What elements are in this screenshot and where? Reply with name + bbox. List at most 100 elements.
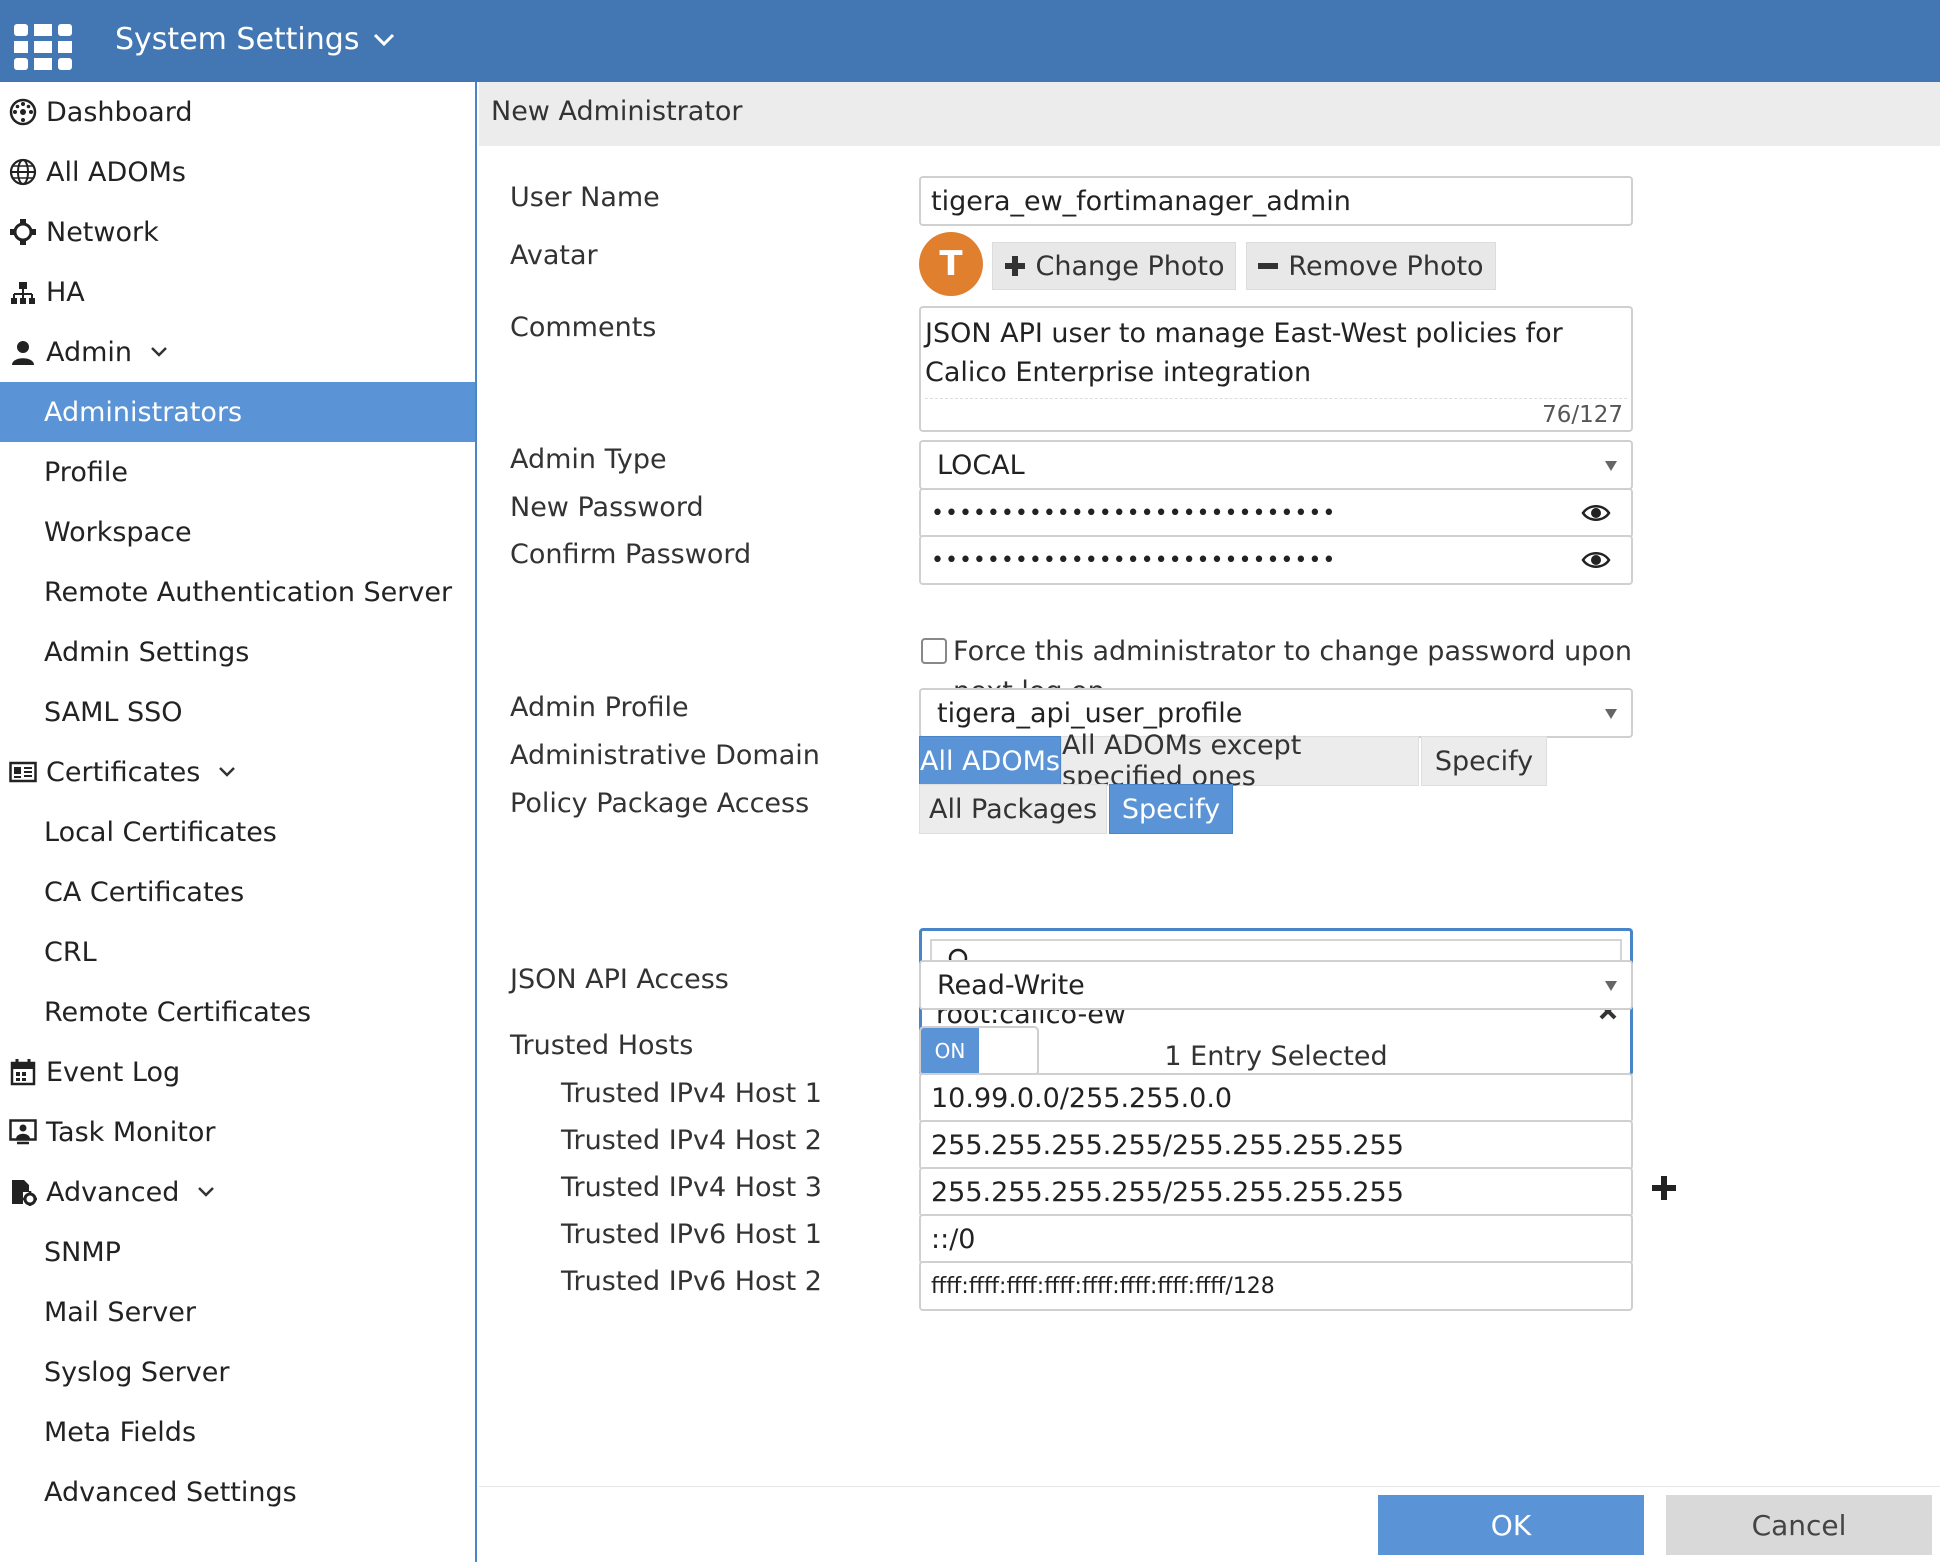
sidebar-item-certificates[interactable]: Certificates	[0, 742, 475, 802]
sidebar-item-meta-fields[interactable]: Meta Fields	[0, 1402, 475, 1462]
sidebar-item-all-adoms[interactable]: All ADOMs	[0, 142, 475, 202]
sidebar-item-label: Event Log	[46, 1056, 181, 1088]
sidebar-item-label: Network	[46, 216, 159, 248]
new-password-value: •••••••••••••••••••••••••••••	[931, 500, 1337, 526]
module-switcher[interactable]: System Settings	[115, 22, 395, 57]
eye-icon[interactable]	[1581, 550, 1611, 570]
sidebar-item-label: Admin Settings	[44, 636, 250, 668]
confirm-password-label: Confirm Password	[510, 539, 752, 570]
confirm-password-input[interactable]: •••••••••••••••••••••••••••••	[919, 535, 1633, 585]
trusted-ipv4-host-3-input[interactable]: 255.255.255.255/255.255.255.255	[919, 1167, 1633, 1217]
sidebar-item-remote-certificates[interactable]: Remote Certificates	[0, 982, 475, 1042]
certificate-icon	[8, 757, 38, 787]
admin-type-select[interactable]: LOCAL	[919, 440, 1633, 490]
trusted-hosts-toggle[interactable]: ON	[919, 1026, 1039, 1076]
sidebar-item-administrators[interactable]: Administrators	[0, 382, 475, 442]
change-photo-button[interactable]: Change Photo	[992, 242, 1236, 290]
sidebar-item-snmp[interactable]: SNMP	[0, 1222, 475, 1282]
sidebar-item-label: Meta Fields	[44, 1416, 197, 1448]
sidebar-item-label: Remote Authentication Server	[44, 576, 453, 608]
sidebar-item-local-certificates[interactable]: Local Certificates	[0, 802, 475, 862]
trusted-ipv6-host-1-input[interactable]: ::/0	[919, 1214, 1633, 1264]
sidebar-item-admin[interactable]: Admin	[0, 322, 475, 382]
network-icon	[8, 217, 38, 247]
sidebar-item-label: Advanced	[46, 1176, 180, 1208]
sidebar-item-ha[interactable]: HA	[0, 262, 475, 322]
ok-label: OK	[1490, 1508, 1532, 1542]
form-footer: OK Cancel	[479, 1486, 1940, 1562]
adom-option-specify[interactable]: Specify	[1421, 736, 1547, 786]
dropdown-arrow-icon	[1605, 709, 1617, 719]
adom-option-label: All ADOMs except specified ones	[1062, 730, 1302, 792]
sidebar-item-label: Task Monitor	[46, 1116, 216, 1148]
add-host-plus-icon[interactable]	[1652, 1176, 1676, 1200]
avatar-initial: T	[939, 244, 963, 284]
adom-option-all-adoms[interactable]: All ADOMs	[919, 736, 1061, 786]
sidebar-item-label: Dashboard	[46, 96, 193, 128]
avatar-label: Avatar	[510, 240, 598, 271]
sidebar-item-ca-certificates[interactable]: CA Certificates	[0, 862, 475, 922]
trusted-ipv6-host-2-value: ffff:ffff:ffff:ffff:ffff:ffff:ffff:ffff/…	[931, 1273, 1275, 1299]
fortinet-logo-icon[interactable]	[14, 24, 72, 70]
sidebar-item-advanced-settings[interactable]: Advanced Settings	[0, 1462, 475, 1522]
user-name-input[interactable]: tigera_ew_fortimanager_admin	[919, 176, 1633, 226]
sidebar-item-label: Certificates	[46, 756, 201, 788]
sidebar-item-label: Profile	[44, 456, 128, 488]
dropdown-arrow-icon	[1605, 461, 1617, 471]
chevron-down-icon	[150, 346, 168, 358]
ha-icon	[8, 277, 38, 307]
calendar-icon	[8, 1057, 38, 1087]
remove-photo-button[interactable]: Remove Photo	[1246, 242, 1496, 290]
sidebar-item-label: Remote Certificates	[44, 996, 312, 1028]
chevron-down-icon	[374, 33, 395, 46]
module-title: System Settings	[115, 22, 360, 57]
sidebar-item-syslog-server[interactable]: Syslog Server	[0, 1342, 475, 1402]
sidebar-item-label: HA	[46, 276, 85, 308]
sidebar-item-network[interactable]: Network	[0, 202, 475, 262]
remove-photo-label: Remove Photo	[1288, 250, 1484, 282]
user-name-value: tigera_ew_fortimanager_admin	[931, 185, 1351, 217]
package-option-specify[interactable]: Specify	[1109, 784, 1233, 834]
sidebar-item-task-monitor[interactable]: Task Monitor	[0, 1102, 475, 1162]
sidebar-item-remote-authentication-server[interactable]: Remote Authentication Server	[0, 562, 475, 622]
json-api-access-label: JSON API Access	[510, 964, 729, 995]
trusted-ipv4-host-2-value: 255.255.255.255/255.255.255.255	[931, 1129, 1404, 1161]
adom-option-all-except[interactable]: All ADOMs except specified ones	[1061, 730, 1419, 792]
change-photo-label: Change Photo	[1035, 250, 1225, 282]
sidebar-item-advanced[interactable]: Advanced	[0, 1162, 475, 1222]
top-bar: System Settings	[0, 0, 1940, 82]
sidebar-item-saml-sso[interactable]: SAML SSO	[0, 682, 475, 742]
comments-divider	[925, 398, 1627, 399]
package-option-all-packages[interactable]: All Packages	[919, 784, 1107, 834]
trusted-ipv6-host-1-value: ::/0	[931, 1223, 976, 1255]
eye-icon[interactable]	[1581, 503, 1611, 523]
sidebar-item-label: CA Certificates	[44, 876, 245, 908]
new-password-input[interactable]: •••••••••••••••••••••••••••••	[919, 488, 1633, 538]
admin-profile-label: Admin Profile	[510, 692, 689, 723]
sidebar-item-label: Workspace	[44, 516, 192, 548]
task-monitor-icon	[8, 1117, 38, 1147]
advanced-settings-icon	[8, 1177, 38, 1207]
trusted-ipv6-host-2-input[interactable]: ffff:ffff:ffff:ffff:ffff:ffff:ffff:ffff/…	[919, 1261, 1633, 1311]
force-password-change-checkbox[interactable]	[921, 638, 947, 664]
dropdown-arrow-icon	[1605, 981, 1617, 991]
ok-button[interactable]: OK	[1378, 1495, 1644, 1555]
sidebar-item-dashboard[interactable]: Dashboard	[0, 82, 475, 142]
chevron-down-icon	[197, 1186, 215, 1198]
sidebar-item-event-log[interactable]: Event Log	[0, 1042, 475, 1102]
toggle-on-label: ON	[921, 1028, 979, 1074]
comments-textarea[interactable]: JSON API user to manage East-West polici…	[919, 306, 1633, 432]
sidebar-item-mail-server[interactable]: Mail Server	[0, 1282, 475, 1342]
sidebar-item-workspace[interactable]: Workspace	[0, 502, 475, 562]
user-name-label: User Name	[510, 182, 660, 213]
sidebar-item-crl[interactable]: CRL	[0, 922, 475, 982]
json-api-access-select[interactable]: Read-Write	[919, 960, 1633, 1010]
sidebar-item-profile[interactable]: Profile	[0, 442, 475, 502]
sidebar-item-admin-settings[interactable]: Admin Settings	[0, 622, 475, 682]
trusted-ipv4-host-2-input[interactable]: 255.255.255.255/255.255.255.255	[919, 1120, 1633, 1170]
cancel-button[interactable]: Cancel	[1666, 1495, 1932, 1555]
trusted-ipv6-host-2-label: Trusted IPv6 Host 2	[561, 1266, 822, 1297]
trusted-ipv4-host-3-value: 255.255.255.255/255.255.255.255	[931, 1176, 1404, 1208]
page-title: New Administrator	[491, 96, 743, 127]
trusted-ipv4-host-1-input[interactable]: 10.99.0.0/255.255.0.0	[919, 1073, 1633, 1123]
